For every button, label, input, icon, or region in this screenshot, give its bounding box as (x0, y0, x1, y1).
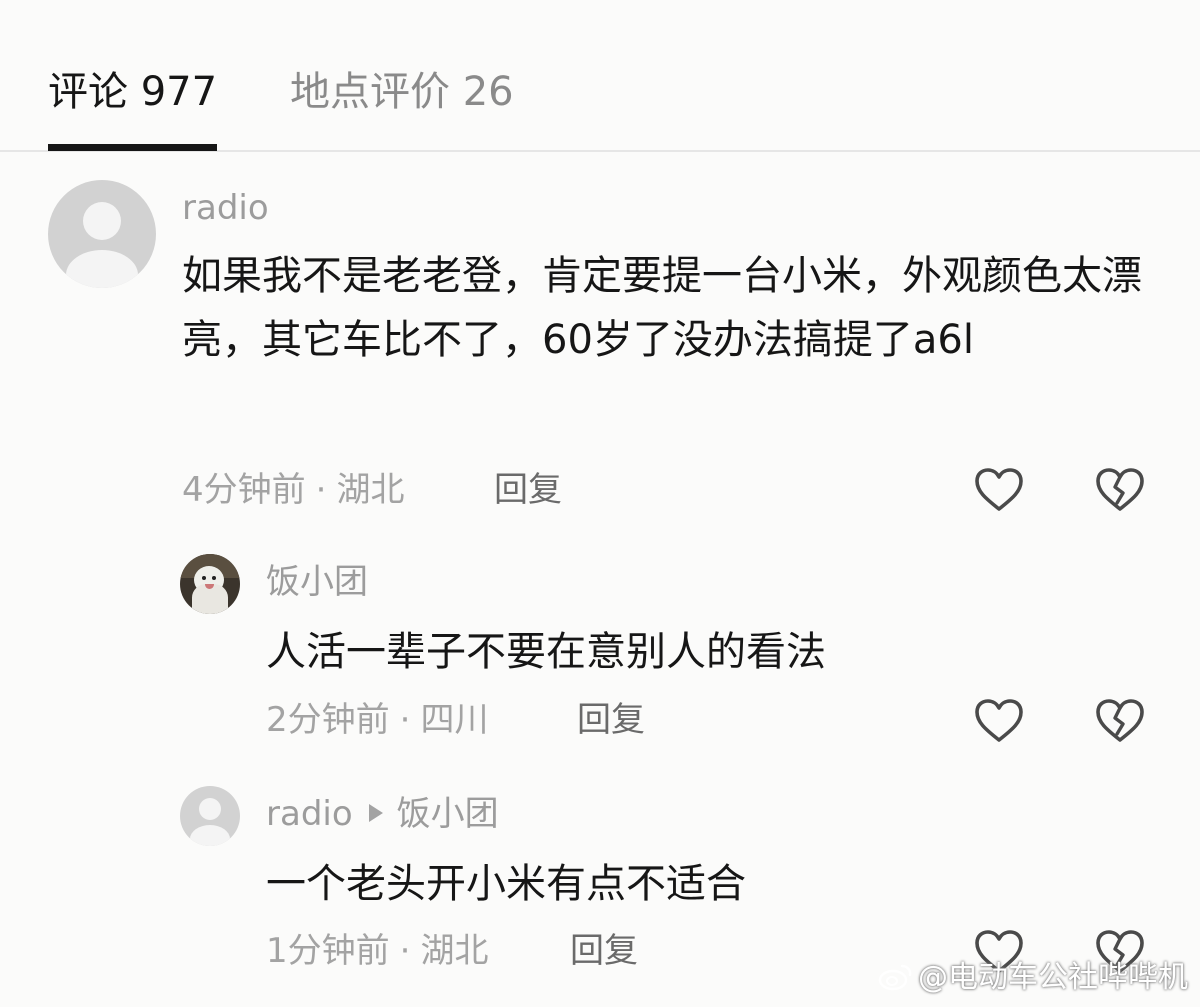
comment-time: 1分钟前 (266, 931, 390, 971)
comment-username[interactable]: 饭小团 (266, 560, 368, 604)
meta-separator: · (399, 931, 411, 971)
comment-username[interactable]: radio (182, 186, 269, 230)
comments-screen: 评论 977 地点评价 26 radio 如果我不是老老登，肯定要提一台小米，外… (0, 0, 1200, 1007)
tab-comments[interactable]: 评论 977 (48, 66, 217, 118)
reply-button[interactable]: 回复 (570, 929, 638, 973)
comment-meta: 1分钟前 · 湖北 (266, 929, 488, 973)
comment-location: 湖北 (420, 931, 489, 971)
comment-text: 一个老头开小米有点不适合 (266, 861, 746, 907)
active-tab-indicator (48, 144, 217, 151)
comment-username: radio 饭小团 (266, 792, 499, 836)
comment-time: 2分钟前 (266, 700, 390, 740)
default-avatar-icon[interactable] (180, 786, 240, 846)
tab-bar: 评论 977 地点评价 26 (0, 0, 1200, 152)
heart-outline-icon[interactable] (973, 696, 1025, 746)
heart-outline-icon[interactable] (973, 465, 1025, 515)
comment-text: 人活一辈子不要在意别人的看法 (266, 629, 826, 675)
reply-button[interactable]: 回复 (577, 698, 645, 742)
meta-separator: · (399, 700, 411, 740)
weibo-logo-icon (878, 960, 914, 991)
tab-place-reviews[interactable]: 地点评价 26 (290, 66, 514, 118)
reply-author[interactable]: radio (266, 794, 353, 834)
watermark-text: @电动车公社哔哔机 (918, 960, 1188, 995)
dog-photo-avatar[interactable] (180, 554, 240, 614)
comment-meta: 2分钟前 · 四川 (266, 698, 488, 742)
comment-text: 如果我不是老老登，肯定要提一台小米，外观颜色太漂亮，其它车比不了，60岁了没办法… (182, 253, 1142, 363)
comment-location: 湖北 (336, 470, 405, 510)
watermark: @电动车公社哔哔机 (878, 956, 1188, 1000)
play-arrow-icon (368, 804, 383, 822)
meta-separator: · (315, 470, 327, 510)
comment-location: 四川 (420, 700, 489, 740)
reply-target[interactable]: 饭小团 (397, 794, 499, 834)
broken-heart-icon[interactable] (1094, 696, 1146, 746)
default-avatar-icon[interactable] (48, 180, 156, 288)
broken-heart-icon[interactable] (1094, 465, 1146, 515)
comment-time: 4分钟前 (182, 470, 306, 510)
comment-meta: 4分钟前 · 湖北 (182, 468, 404, 512)
reply-button[interactable]: 回复 (494, 468, 562, 512)
